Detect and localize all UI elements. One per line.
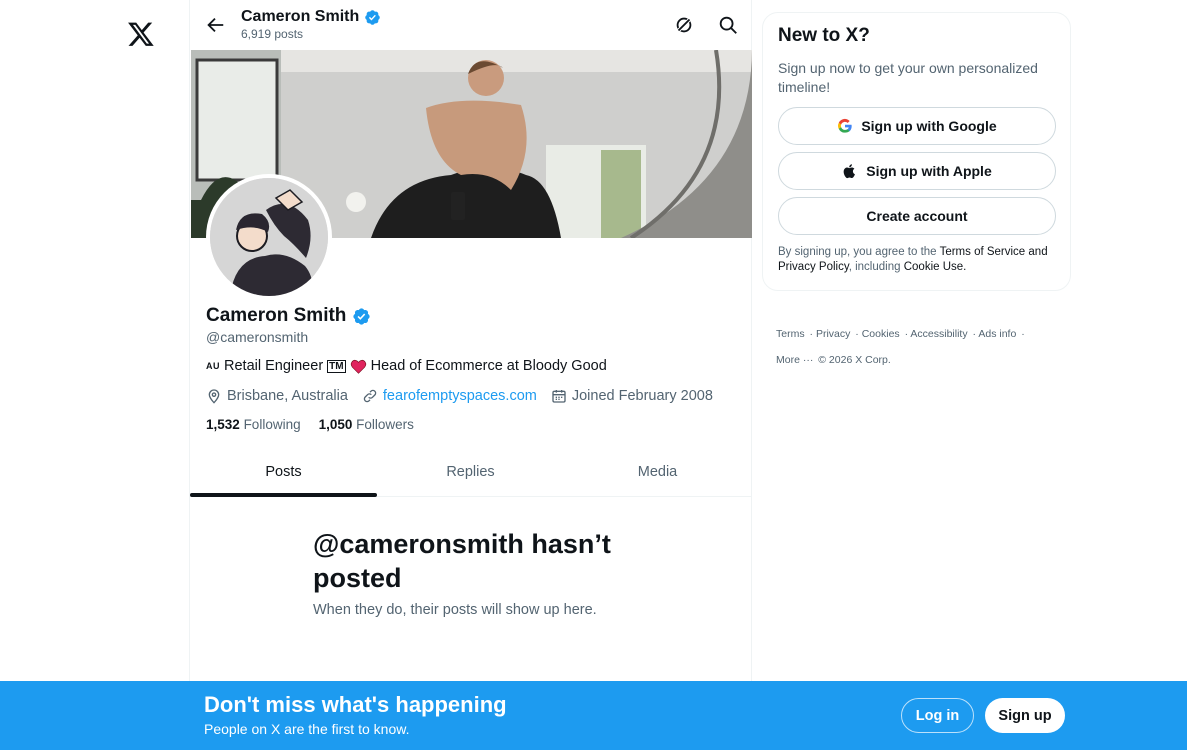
apple-icon (843, 164, 856, 179)
create-account-label: Create account (866, 208, 968, 224)
bottom-bar-title: Don't miss what's happening (204, 692, 507, 717)
bio-rest: Head of Ecommerce at Bloody Good (370, 358, 607, 374)
signup-card-title: New to X? (778, 25, 870, 46)
left-rail (0, 0, 190, 750)
bio-country-flag: AU (206, 361, 220, 371)
create-account-button[interactable]: Create account (778, 197, 1056, 235)
calendar-icon (552, 390, 566, 403)
header-name: Cameron Smith (241, 8, 360, 25)
signup-card-subtitle: Sign up now to get your own personalized… (778, 60, 1038, 95)
header-posts-count: 6,919 posts (241, 27, 304, 41)
avatar (210, 178, 328, 296)
followers-link[interactable]: 1,050 Followers (319, 417, 414, 432)
joined-text: Joined February 2008 (571, 388, 713, 404)
signup-button[interactable]: Sign up (985, 698, 1065, 733)
legal-including: , including (848, 261, 901, 273)
signup-legal-text: By signing up, you agree to the Terms of… (778, 245, 1063, 275)
profile-name-row: Cameron Smith (206, 305, 371, 327)
location-text: Brisbane, Australia (227, 388, 348, 404)
verified-badge-icon[interactable] (352, 307, 371, 326)
profile-meta: Brisbane, Australia fearofemptyspaces.co… (206, 388, 713, 404)
follow-stats: 1,532 Following 1,050 Followers (206, 417, 414, 432)
google-icon (838, 118, 852, 133)
signup-card: New to X? Sign up now to get your own pe… (762, 12, 1071, 291)
google-signup-label: Sign up with Google (861, 118, 997, 134)
bio-tm: TM (327, 359, 346, 373)
website-item[interactable]: fearofemptyspaces.com (362, 388, 537, 404)
x-logo-icon[interactable] (127, 20, 155, 48)
apple-signup-button[interactable]: Sign up with Apple (778, 152, 1056, 190)
profile-column: Cameron Smith 6,919 posts Cameron Smith … (189, 0, 752, 750)
google-signup-button[interactable]: Sign up with Google (778, 107, 1056, 145)
tab-media[interactable]: Media (564, 447, 751, 496)
profile-handle: @cameronsmith (206, 329, 309, 345)
terms-of-service-link[interactable]: Terms of Service (940, 246, 1026, 258)
footer-terms-link[interactable]: Terms (776, 328, 805, 340)
footer-cookies-link[interactable]: Cookies (862, 328, 900, 340)
profile-avatar[interactable] (206, 174, 332, 300)
tab-posts[interactable]: Posts (190, 447, 377, 497)
profile-tabs: Posts Replies Media (190, 447, 751, 497)
following-label: Following (243, 417, 301, 432)
sidebar-footer: Terms · Privacy · Cookies · Accessibilit… (776, 328, 1025, 366)
verified-badge-icon (365, 9, 381, 25)
joined-item: Joined February 2008 (551, 388, 713, 404)
followers-count: 1,050 (318, 417, 353, 432)
scrollbar[interactable] (1187, 0, 1200, 750)
location-item: Brisbane, Australia (206, 388, 348, 404)
location-icon (208, 389, 220, 404)
legal-intro: By signing up, you agree to the (778, 246, 937, 258)
legal-and: and (1028, 246, 1048, 258)
avatar-illustration (210, 178, 328, 296)
following-link[interactable]: 1,532 Following (206, 417, 301, 432)
following-count: 1,532 (206, 417, 240, 432)
footer-ads-link[interactable]: Ads info (978, 328, 1016, 340)
profile-name: Cameron Smith (206, 305, 347, 326)
privacy-policy-link[interactable]: Privacy Policy (778, 261, 849, 273)
back-arrow-icon[interactable] (204, 14, 226, 36)
footer-copyright: © 2026 X Corp. (818, 354, 891, 366)
bottom-bar-subtitle: People on X are the first to know. (204, 721, 410, 737)
footer-accessibility-link[interactable]: Accessibility (910, 328, 967, 340)
footer-more-link[interactable]: More ··· (776, 354, 813, 366)
cookie-use-link[interactable]: Cookie Use. (904, 261, 967, 273)
heart-icon (350, 359, 366, 374)
search-icon[interactable] (717, 14, 739, 36)
website-link[interactable]: fearofemptyspaces.com (383, 388, 537, 404)
header-name-row: Cameron Smith (241, 8, 381, 26)
grok-icon[interactable] (673, 14, 695, 36)
empty-state-title: @cameronsmith hasn’t posted (313, 529, 611, 593)
empty-state-subtitle: When they do, their posts will show up h… (313, 602, 597, 618)
footer-privacy-link[interactable]: Privacy (816, 328, 850, 340)
login-prompt-bar: Don't miss what's happening People on X … (0, 681, 1187, 750)
bio-role: Retail Engineer (224, 358, 324, 374)
login-button[interactable]: Log in (901, 698, 974, 733)
profile-bio: AU Retail Engineer TM Head of Ecommerce … (206, 358, 607, 374)
followers-label: Followers (356, 417, 414, 432)
apple-signup-label: Sign up with Apple (866, 163, 992, 179)
profile-header-bar: Cameron Smith 6,919 posts (190, 0, 751, 50)
tab-replies[interactable]: Replies (377, 447, 564, 496)
link-icon (363, 389, 377, 403)
